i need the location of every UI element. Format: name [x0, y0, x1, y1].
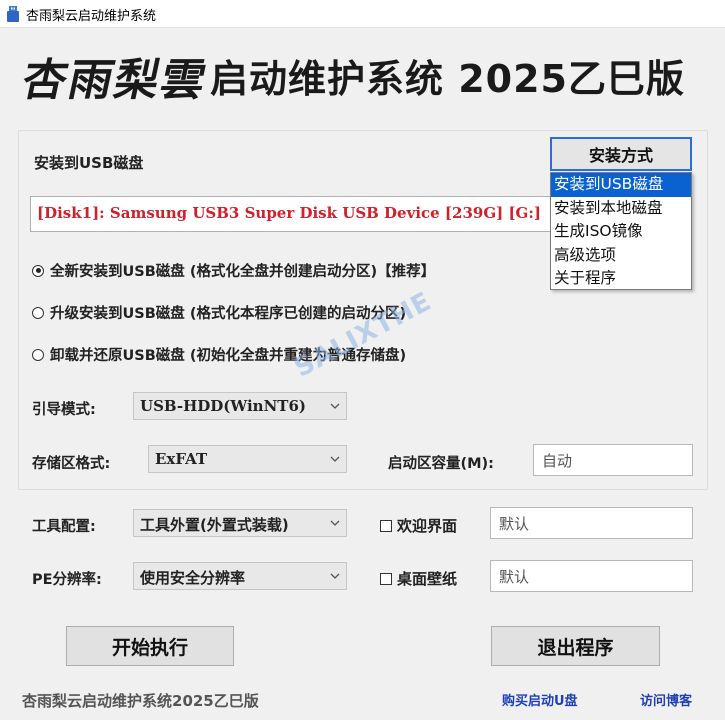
banner-logo-script: 杏雨梨雲 — [17, 55, 213, 106]
menu-item-about[interactable]: 关于程序 — [551, 267, 691, 291]
tool-config-select[interactable]: 工具外置(外置式装载) — [133, 509, 347, 537]
footer-version-text: 杏雨梨云启动维护系统2025乙巳版 — [22, 692, 259, 710]
menu-item-install-usb[interactable]: 安装到USB磁盘 — [551, 173, 691, 197]
tool-config-value: 工具外置(外置式装载) — [140, 516, 289, 534]
boot-capacity-field[interactable] — [533, 444, 693, 476]
menu-item-install-local[interactable]: 安装到本地磁盘 — [551, 197, 691, 221]
radio-unchecked-icon — [32, 348, 44, 361]
start-button[interactable]: 开始执行 — [66, 626, 234, 666]
visit-blog-link[interactable]: 访问博客 — [640, 690, 692, 709]
welcome-field[interactable] — [490, 507, 693, 539]
checkbox-unchecked-icon — [380, 519, 392, 532]
chevron-down-icon — [330, 520, 340, 526]
checkbox-unchecked-icon — [380, 572, 392, 585]
boot-capacity-label: 启动区容量(M): — [388, 456, 494, 472]
install-mode-button[interactable]: 安装方式 — [550, 137, 692, 171]
pe-resolution-select[interactable]: 使用安全分辨率 — [133, 562, 347, 590]
menu-item-generate-iso[interactable]: 生成ISO镜像 — [551, 220, 691, 244]
radio-fresh-install-label: 全新安装到USB磁盘 (格式化全盘并创建启动分区)【推荐】 — [50, 264, 436, 280]
wallpaper-checkbox[interactable]: 桌面壁纸 — [380, 568, 457, 589]
disk-select-field[interactable]: [Disk1]: Samsung USB3 Super Disk USB Dev… — [30, 196, 560, 232]
exit-button[interactable]: 退出程序 — [491, 626, 660, 666]
install-target-label: 安装到USB磁盘 — [34, 154, 144, 172]
wallpaper-field[interactable] — [490, 560, 693, 592]
boot-capacity-input[interactable] — [534, 445, 692, 475]
boot-mode-value: USB-HDD(WinNT6) — [140, 397, 306, 415]
welcome-checkbox-label: 欢迎界面 — [397, 517, 458, 535]
menu-item-advanced[interactable]: 高级选项 — [551, 244, 691, 268]
pe-resolution-label: PE分辨率: — [32, 572, 102, 588]
radio-uninstall-restore-label: 卸载并还原USB磁盘 (初始化全盘并重建为普通存储盘) — [50, 348, 407, 364]
usb-drive-icon — [7, 6, 19, 22]
radio-upgrade-install[interactable]: 升级安装到USB磁盘 (格式化本程序已创建的启动分区) — [32, 302, 406, 323]
banner: 杏雨梨雲 启动维护系统 2025乙巳版 — [0, 36, 725, 106]
radio-upgrade-install-label: 升级安装到USB磁盘 (格式化本程序已创建的启动分区) — [50, 306, 407, 322]
pe-resolution-value: 使用安全分辨率 — [140, 569, 246, 587]
boot-mode-label: 引导模式: — [32, 402, 96, 418]
storage-format-label: 存储区格式: — [32, 456, 111, 472]
install-mode-menu: 安装到USB磁盘 安装到本地磁盘 生成ISO镜像 高级选项 关于程序 — [550, 172, 692, 290]
chevron-down-icon — [330, 573, 340, 579]
window-title: 杏雨梨云启动维护系统 — [26, 9, 157, 24]
wallpaper-input[interactable] — [491, 561, 692, 591]
radio-uninstall-restore[interactable]: 卸载并还原USB磁盘 (初始化全盘并重建为普通存储盘) — [32, 344, 406, 365]
welcome-input[interactable] — [491, 508, 692, 538]
storage-format-value: ExFAT — [155, 450, 208, 468]
radio-unchecked-icon — [32, 306, 44, 319]
disk-select-value: [Disk1]: Samsung USB3 Super Disk USB Dev… — [37, 204, 541, 222]
radio-fresh-install[interactable]: 全新安装到USB磁盘 (格式化全盘并创建启动分区)【推荐】 — [32, 260, 435, 281]
wallpaper-checkbox-label: 桌面壁纸 — [397, 570, 458, 588]
chevron-down-icon — [330, 456, 340, 462]
banner-title: 启动维护系统 2025乙巳版 — [210, 57, 685, 101]
storage-format-select[interactable]: ExFAT — [148, 445, 347, 473]
title-bar: 杏雨梨云启动维护系统 — [0, 0, 725, 28]
welcome-checkbox[interactable]: 欢迎界面 — [380, 515, 457, 536]
tool-config-label: 工具配置: — [32, 519, 96, 535]
buy-usb-link[interactable]: 购买启动U盘 — [502, 690, 578, 709]
radio-checked-icon — [32, 264, 44, 277]
boot-mode-select[interactable]: USB-HDD(WinNT6) — [133, 392, 347, 420]
chevron-down-icon — [330, 403, 340, 409]
